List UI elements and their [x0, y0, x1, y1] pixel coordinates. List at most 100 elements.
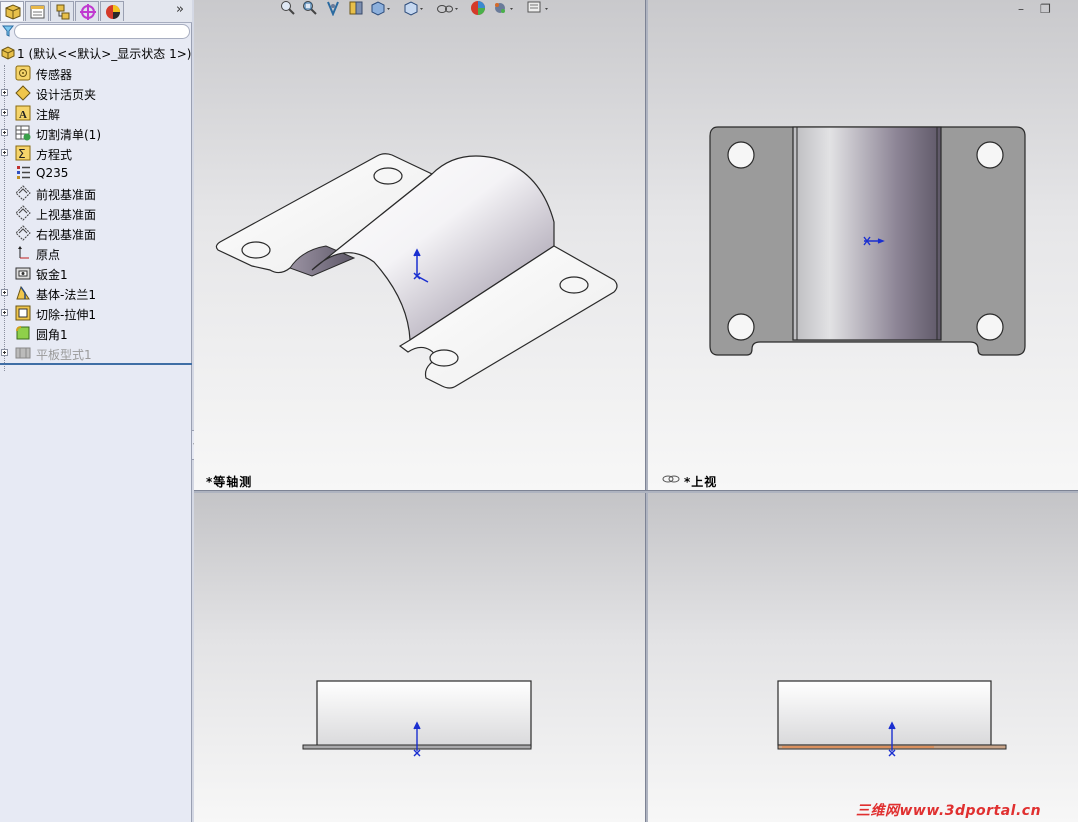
viewport-splitter-horizontal[interactable] — [194, 490, 1078, 493]
configurationmanager-tab[interactable] — [50, 1, 74, 21]
tree-expand-toggle[interactable] — [1, 129, 8, 136]
viewport-right[interactable] — [648, 493, 1078, 822]
viewport-label-isometric: *等轴测 — [206, 475, 253, 489]
top-view-part-model — [709, 126, 1026, 356]
panel-tab-bar: » — [0, 0, 192, 23]
tree-filter-input[interactable] — [14, 24, 190, 39]
viewport-top[interactable]: *上视 — [648, 0, 1078, 490]
tree-item[interactable]: 传感器 — [0, 63, 192, 83]
flat-pattern-icon — [15, 347, 31, 359]
viewport-front[interactable] — [194, 493, 645, 822]
viewport-splitter-vertical[interactable] — [645, 0, 648, 822]
tree-expand-toggle[interactable] — [1, 289, 8, 296]
tree-filter-row — [0, 23, 192, 41]
tree-item[interactable]: A 注解 — [0, 103, 192, 123]
fillet-icon — [16, 326, 30, 340]
tree-item[interactable]: 圆角1 — [0, 323, 192, 343]
cut-list-icon — [15, 125, 31, 141]
isometric-part-model — [215, 153, 618, 389]
viewport-label-top: *上视 — [684, 475, 718, 489]
equations-icon: Σ — [15, 145, 31, 161]
tree-item-label: 圆角1 — [36, 328, 68, 342]
tree-item[interactable]: 前视基准面 — [0, 183, 192, 203]
view-orientation-icon[interactable] — [370, 0, 392, 16]
tree-root-part[interactable]: 1 (默认<<默认>_显示状态 1>) — [0, 43, 192, 63]
tree-item-label: 注解 — [36, 108, 61, 122]
configurationmanager-tab-icon — [56, 4, 70, 20]
tree-item-label: 切割清单(1) — [36, 128, 101, 142]
edit-appearance-icon[interactable] — [470, 0, 486, 16]
sheet-metal-icon — [15, 267, 31, 280]
dimxpert-tab[interactable] — [75, 1, 99, 21]
tree-item[interactable]: Σ 方程式 — [0, 143, 192, 163]
restore-button[interactable]: ❐ — [1040, 2, 1051, 16]
apply-scene-icon[interactable] — [492, 0, 516, 16]
base-flange-icon — [16, 285, 30, 300]
front-view-part-model — [302, 680, 532, 757]
tree-item[interactable]: 切割清单(1) — [0, 123, 192, 143]
tree-expand-toggle[interactable] — [1, 89, 8, 96]
tree-item-label: 设计活页夹 — [36, 88, 97, 102]
view-settings-icon[interactable] — [526, 0, 552, 16]
propertymanager-tab-icon — [30, 5, 45, 19]
link-views-icon[interactable] — [662, 474, 680, 484]
tree-item-label: 前视基准面 — [36, 188, 97, 202]
tree-item[interactable]: 切除-拉伸1 — [0, 303, 192, 323]
display-manager-tab-icon — [106, 5, 120, 19]
tree-item-label: 平板型式1 — [36, 348, 92, 362]
tree-item[interactable]: 基体-法兰1 — [0, 283, 192, 303]
heads-up-view-toolbar — [280, 0, 560, 18]
tree-item-label: 钣金1 — [36, 268, 68, 282]
minimize-button[interactable]: – — [1018, 2, 1024, 16]
tree-item[interactable]: 平板型式1 — [0, 343, 192, 363]
origin-icon — [18, 246, 29, 259]
material-icon — [17, 166, 30, 179]
tree-item[interactable]: 右视基准面 — [0, 223, 192, 243]
tree-root-label: 1 (默认<<默认>_显示状态 1>) — [17, 47, 192, 61]
tree-expand-toggle[interactable] — [1, 309, 8, 316]
svg-text:Σ: Σ — [18, 147, 26, 161]
panel-more-button[interactable]: » — [176, 2, 184, 17]
zoom-to-fit-icon[interactable] — [280, 0, 296, 16]
design-binder-icon — [15, 85, 31, 101]
watermark: 三维网www.3dportal.cn — [856, 803, 1042, 819]
tree-item-label: 传感器 — [36, 68, 73, 82]
section-view-icon[interactable] — [348, 0, 364, 16]
part-icon — [1, 46, 15, 60]
tree-item-label: Q235 — [36, 166, 69, 180]
hide-show-items-icon[interactable] — [436, 0, 460, 16]
annotations-icon: A — [15, 105, 31, 121]
dimxpert-tab-icon — [80, 4, 96, 20]
tree-item[interactable]: 原点 — [0, 243, 192, 263]
tree-item[interactable]: 设计活页夹 — [0, 83, 192, 103]
previous-view-icon[interactable] — [325, 0, 341, 16]
feature-manager-panel: » 1 (默认<<默认>_显示状态 1>) 传感器设计活页夹 A 注解切割清单(1)… — [0, 0, 192, 822]
viewport-window-controls: – ❐ — [1018, 2, 1078, 16]
filter-icon[interactable] — [2, 25, 14, 37]
propertymanager-tab[interactable] — [25, 1, 49, 21]
panel-divider — [0, 363, 192, 365]
zoom-to-area-icon[interactable] — [302, 0, 318, 16]
tree-item[interactable]: Q235 — [0, 163, 192, 183]
tree-item-label: 右视基准面 — [36, 228, 97, 242]
right-view-part-model — [777, 680, 1007, 757]
viewport-isometric[interactable]: *等轴测 — [194, 0, 645, 490]
tree-item-label: 切除-拉伸1 — [36, 308, 96, 322]
tree-item[interactable]: 钣金1 — [0, 263, 192, 283]
tree-expand-toggle[interactable] — [1, 109, 8, 116]
display-manager-tab[interactable] — [100, 1, 124, 21]
plane-icon — [15, 185, 31, 201]
svg-text:A: A — [19, 109, 27, 121]
tree-item-label: 基体-法兰1 — [36, 288, 96, 302]
tree-item-label: 原点 — [36, 248, 61, 262]
plane-icon — [15, 205, 31, 221]
tree-item[interactable]: 上视基准面 — [0, 203, 192, 223]
tree-expand-toggle[interactable] — [1, 349, 8, 356]
tree-expand-toggle[interactable] — [1, 149, 8, 156]
tree-item-label: 上视基准面 — [36, 208, 97, 222]
tree-item-label: 方程式 — [36, 148, 73, 162]
sensor-icon — [15, 65, 31, 81]
featuremanager-tab[interactable] — [0, 1, 24, 21]
cut-extrude-icon — [15, 305, 31, 321]
display-style-icon[interactable] — [403, 0, 425, 16]
